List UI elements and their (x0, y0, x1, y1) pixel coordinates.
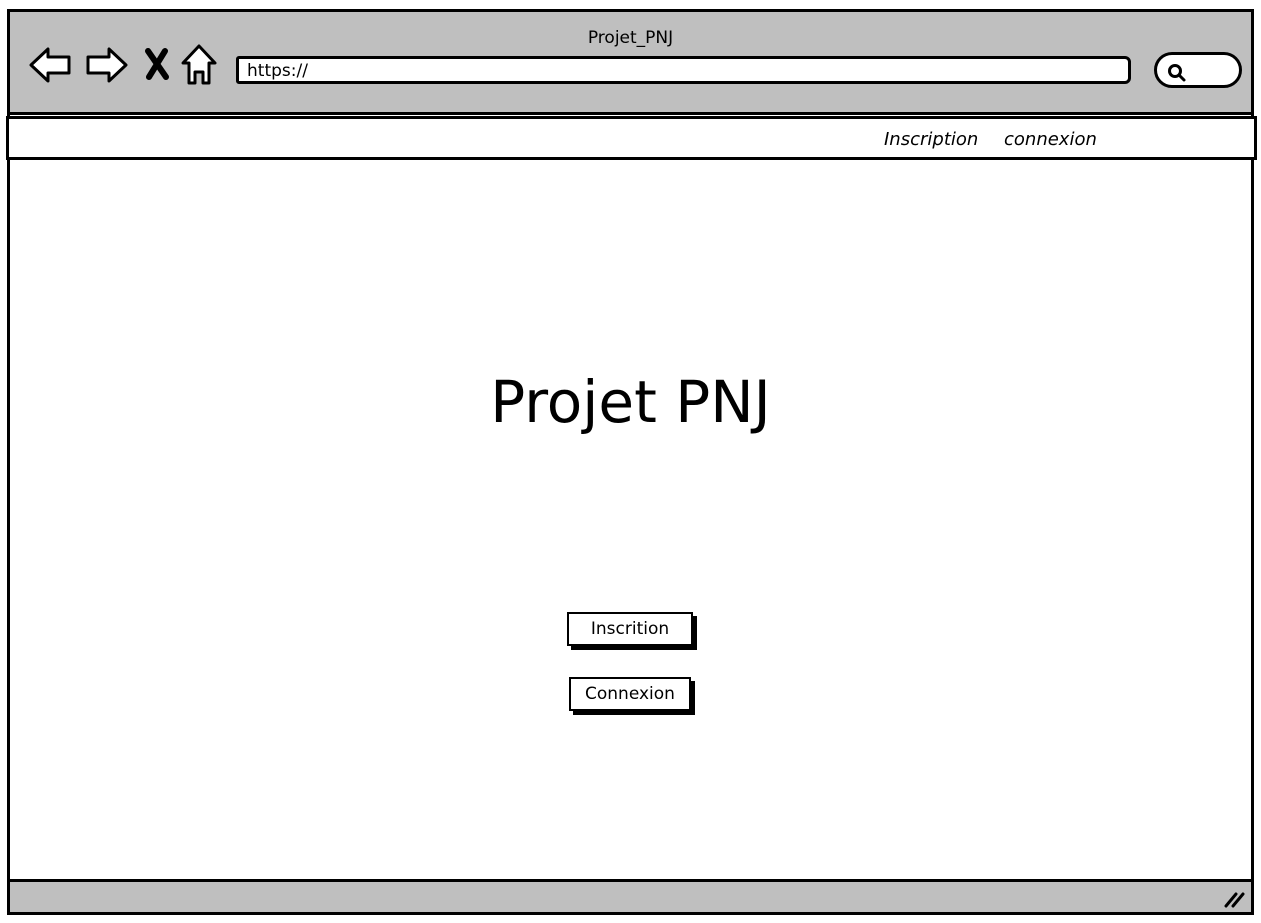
browser-titlebar: Projet_PNJ https:// (7, 9, 1254, 115)
stop-icon[interactable] (143, 47, 171, 81)
menu-link-inscription[interactable]: Inscription (884, 129, 978, 150)
browser-statusbar (7, 879, 1254, 915)
resize-grip-icon[interactable] (1223, 890, 1245, 908)
site-menubar: Inscription connexion (6, 116, 1257, 160)
search-icon (1168, 64, 1186, 82)
inscription-button[interactable]: Inscrition (567, 612, 693, 646)
home-icon[interactable] (180, 43, 218, 87)
url-input[interactable]: https:// (236, 56, 1131, 84)
forward-arrow-icon[interactable] (83, 45, 129, 85)
back-arrow-icon[interactable] (28, 45, 74, 85)
browser-search-field[interactable] (1154, 52, 1242, 88)
menu-link-connexion[interactable]: connexion (1004, 129, 1097, 150)
connexion-button[interactable]: Connexion (569, 677, 691, 711)
page-title: Projet PNJ (490, 368, 771, 436)
